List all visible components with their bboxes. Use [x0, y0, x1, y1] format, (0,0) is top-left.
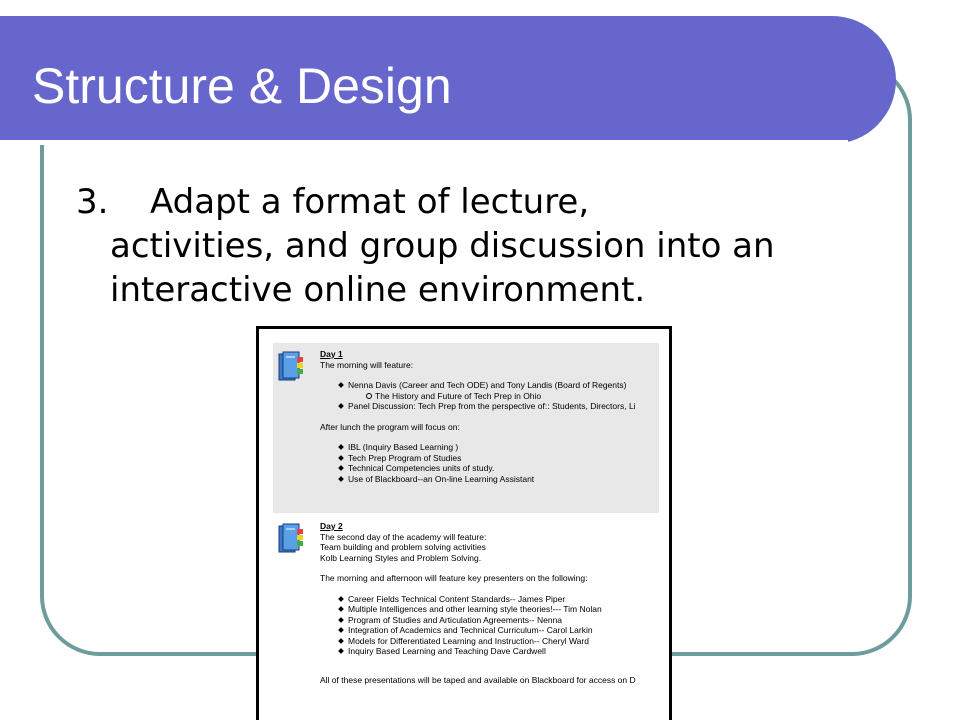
day2-panel: Day 2 The second day of the academy will…: [273, 515, 659, 690]
day2-content: Day 2 The second day of the academy will…: [320, 521, 659, 657]
day1-panel: Day 1 The morning will feature: Nenna Da…: [273, 343, 659, 513]
list-item: Program of Studies and Articulation Agre…: [320, 615, 659, 626]
point-text-2: activities, and group discussion into an: [110, 226, 775, 266]
list-item: Technical Competencies units of study.: [320, 463, 659, 474]
day2-footer: All of these presentations will be taped…: [320, 675, 636, 685]
point-number: 3.: [76, 182, 109, 222]
bullet-line-1: 3. Adapt a format of lecture,: [76, 180, 896, 224]
embedded-screenshot: Day 1 The morning will feature: Nenna Da…: [256, 326, 672, 720]
list-item: Nenna Davis (Career and Tech ODE) and To…: [320, 380, 659, 391]
list-item: Career Fields Technical Content Standard…: [320, 594, 659, 605]
day1-heading: Day 1: [320, 349, 343, 359]
list-subitem: The History and Future of Tech Prep in O…: [320, 391, 659, 402]
list-item: IBL (Inquiry Based Learning ): [320, 442, 659, 453]
day2-intro-2: Team building and problem solving activi…: [320, 542, 486, 552]
title-bar: Structure & Design: [0, 16, 896, 145]
day2-intro-1: The second day of the academy will featu…: [320, 531, 487, 542]
book-icon: [278, 351, 303, 381]
list-item: Integration of Academics and Technical C…: [320, 625, 659, 636]
list-item: Tech Prep Program of Studies: [320, 453, 659, 464]
list-item: Models for Differentiated Learning and I…: [320, 636, 659, 647]
day1-content: Day 1 The morning will feature: Nenna Da…: [320, 349, 659, 484]
day2-presenters-intro: The morning and afternoon will feature k…: [320, 573, 588, 583]
day2-intro-3: Kolb Learning Styles and Problem Solving…: [320, 552, 482, 563]
bullet-point: 3. Adapt a format of lecture, activities,…: [76, 180, 896, 312]
list-item: Multiple Intelligences and other learnin…: [320, 604, 659, 615]
day2-heading: Day 2: [320, 521, 343, 531]
day1-after-lunch: After lunch the program will focus on:: [320, 421, 460, 432]
day2-presenters-list: Career Fields Technical Content Standard…: [320, 594, 659, 657]
list-item: Use of Blackboard--an On-line Learning A…: [320, 474, 659, 485]
slide-title: Structure & Design: [32, 58, 452, 114]
day1-intro: The morning will feature:: [320, 359, 414, 370]
book-icon: [278, 523, 303, 553]
point-text-1: Adapt a format of lecture,: [150, 182, 590, 222]
day1-afternoon-list: IBL (Inquiry Based Learning ) Tech Prep …: [320, 442, 659, 484]
title-underline: [0, 140, 848, 145]
list-item: Inquiry Based Learning and Teaching Dave…: [320, 646, 659, 657]
day1-morning-list: Nenna Davis (Career and Tech ODE) and To…: [320, 380, 659, 412]
point-text-3: interactive online environment.: [110, 270, 646, 310]
list-item: Panel Discussion: Tech Prep from the per…: [320, 401, 659, 412]
